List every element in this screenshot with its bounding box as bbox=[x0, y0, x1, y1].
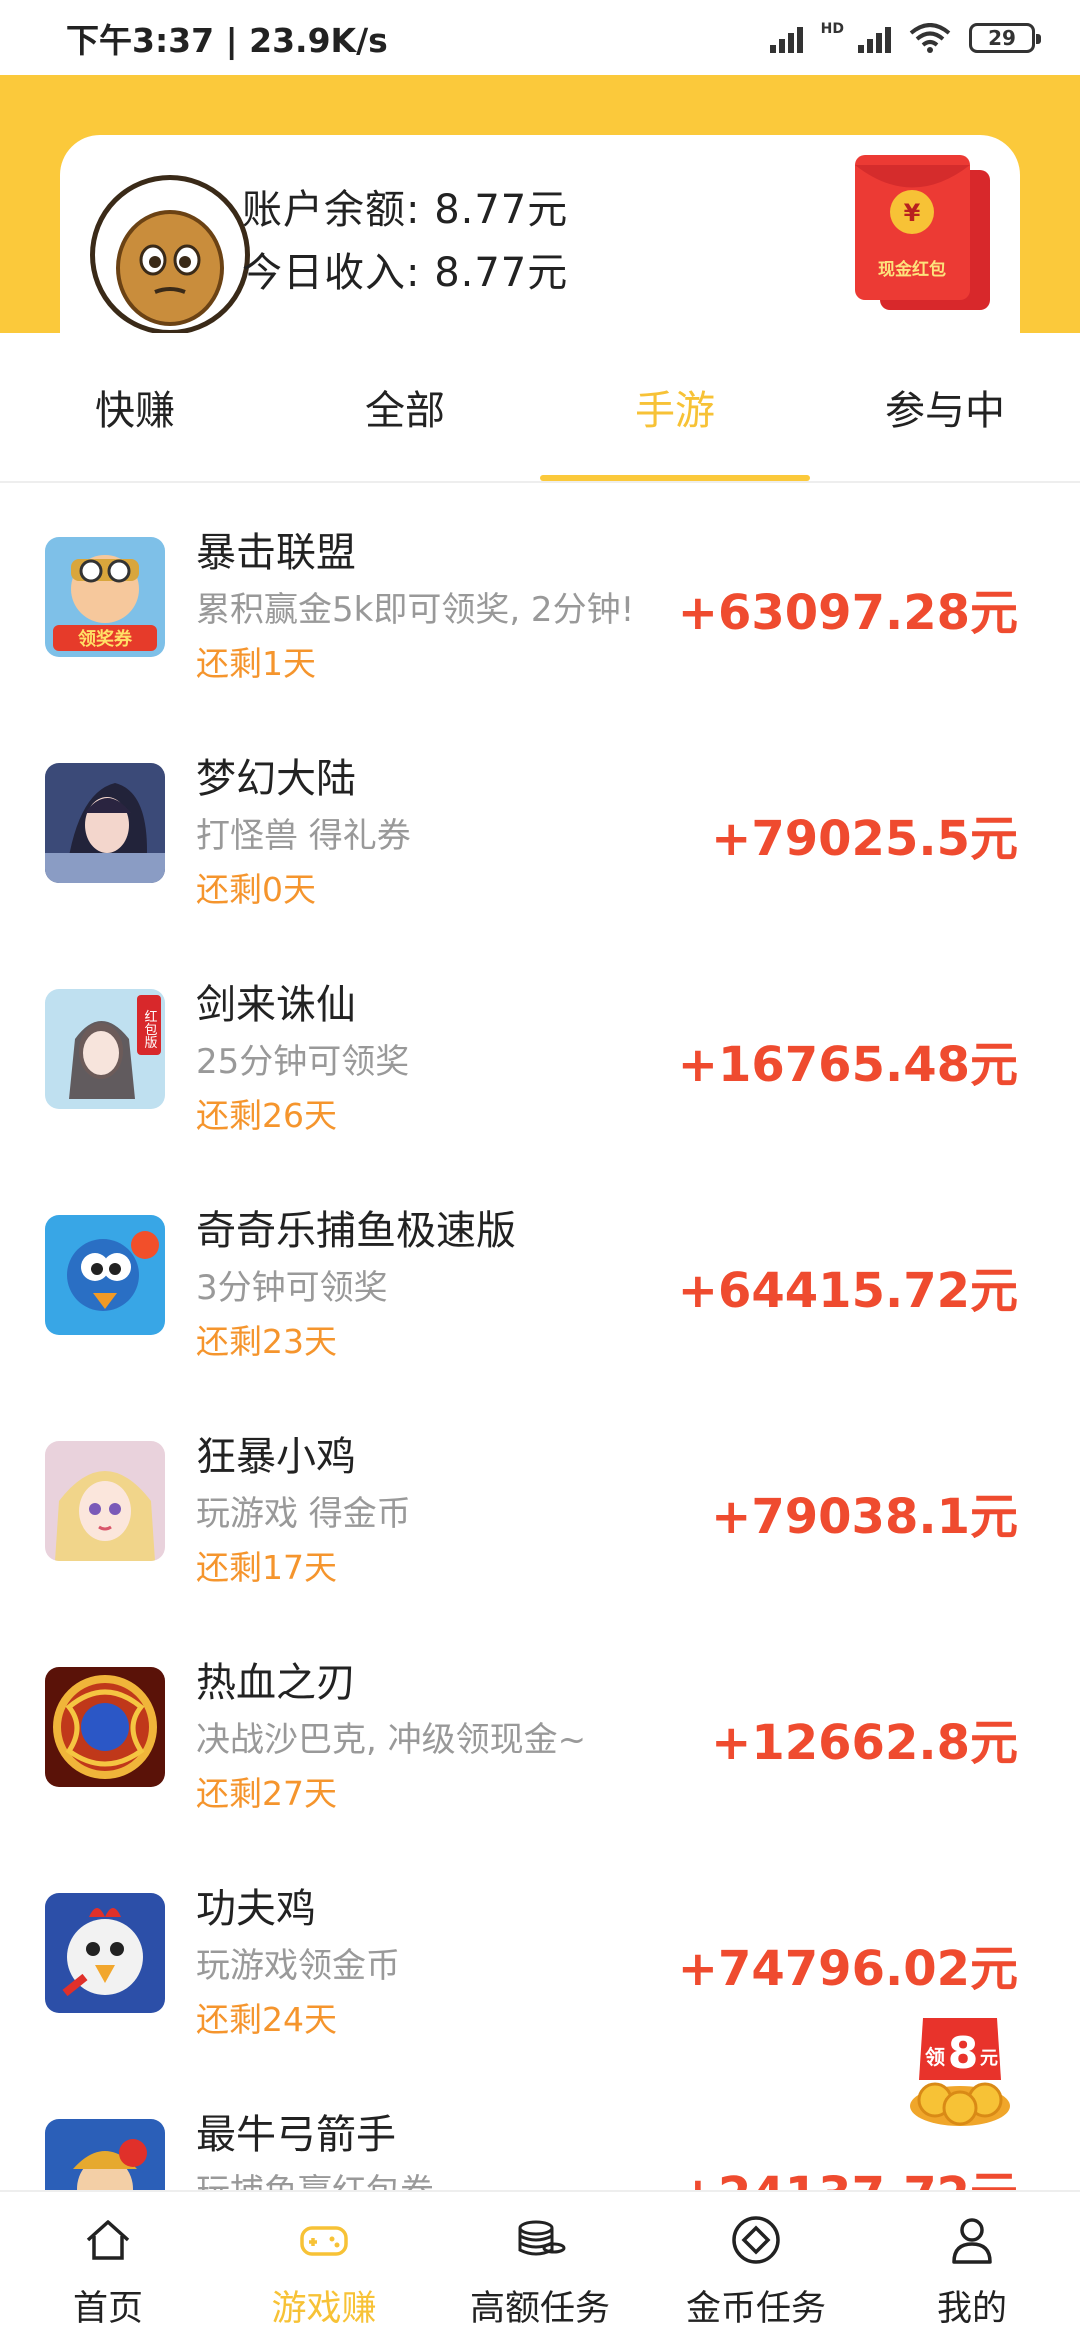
collect-8-yuan-badge[interactable]: 领 8 元 bbox=[905, 2008, 1015, 2128]
game-icon-rexue bbox=[45, 1667, 165, 1787]
nav-coin-tasks[interactable]: 金币任务 bbox=[648, 2192, 864, 2340]
nav-label: 游戏赚 bbox=[271, 2289, 377, 2329]
game-icon-menghuan bbox=[45, 763, 165, 883]
badge-unit: 元 bbox=[980, 2048, 998, 2069]
coins-stack-icon bbox=[518, 2220, 566, 2256]
badge-amount: 8 bbox=[948, 2028, 979, 2079]
signal-icon bbox=[769, 23, 803, 53]
game-title: 暴击联盟 bbox=[196, 530, 356, 576]
status-bar: 下午3:37 | 23.9K/s HD 29 bbox=[0, 0, 1080, 75]
game-days-left: 还剩27天 bbox=[196, 1774, 337, 1813]
account-balance: 账户余额: 8.77元 bbox=[242, 187, 569, 233]
nav-label: 高额任务 bbox=[469, 2289, 610, 2329]
tab-mobile-games[interactable]: 手游 bbox=[540, 333, 810, 481]
game-days-left: 还剩24天 bbox=[196, 2000, 337, 2039]
game-days-left: 还剩23天 bbox=[196, 1322, 337, 1361]
game-days-left: 还剩1天 bbox=[196, 644, 316, 683]
tab-all[interactable]: 全部 bbox=[270, 333, 540, 481]
nav-game-earn[interactable]: 游戏赚 bbox=[216, 2192, 432, 2340]
game-icon-gongfuji bbox=[45, 1893, 165, 2013]
wallnut-avatar-icon bbox=[116, 210, 224, 326]
hd-label: HD bbox=[820, 20, 844, 37]
game-days-left: 还剩17天 bbox=[196, 1548, 337, 1587]
nav-high-tasks[interactable]: 高额任务 bbox=[432, 2192, 648, 2340]
list-item[interactable]: 热血之刃 决战沙巴克, 冲级领现金~ 还剩27天 +12662.8元 bbox=[0, 1615, 1080, 1841]
avatar[interactable] bbox=[90, 175, 250, 335]
game-icon-baoji: 领奖券 bbox=[45, 537, 165, 657]
game-reward: +64415.72元 bbox=[677, 1263, 1018, 1319]
list-item[interactable]: 梦幻大陆 打怪兽 得礼券 还剩0天 +79025.5元 bbox=[0, 711, 1080, 937]
game-reward: +79025.5元 bbox=[711, 811, 1018, 867]
game-title: 奇奇乐捕鱼极速版 bbox=[196, 1208, 516, 1254]
game-desc: 决战沙巴克, 冲级领现金~ bbox=[196, 1720, 587, 1760]
redpack-label: 现金红包 bbox=[878, 259, 946, 280]
game-reward: +74796.02元 bbox=[677, 1941, 1018, 1997]
redpack-symbol: ¥ bbox=[904, 199, 921, 227]
game-title: 最牛弓箭手 bbox=[196, 2112, 396, 2158]
list-item[interactable]: 狂暴小鸡 玩游戏 得金币 还剩17天 +79038.1元 bbox=[0, 1389, 1080, 1615]
game-title: 狂暴小鸡 bbox=[196, 1434, 356, 1480]
nav-label: 金币任务 bbox=[685, 2289, 826, 2329]
bottom-navigation: 首页 游戏赚 高额任务 金币任务 我的 bbox=[0, 2190, 1080, 2340]
game-desc: 25分钟可领奖 bbox=[196, 1042, 410, 1082]
icon-badge-text: 领奖券 bbox=[78, 628, 133, 650]
game-days-left: 还剩26天 bbox=[196, 1096, 337, 1135]
signal-icon-2 bbox=[858, 23, 891, 53]
list-item[interactable]: 领奖券 暴击联盟 累积赢金5k即可领奖, 2分钟! 还剩1天 +63097.28… bbox=[0, 485, 1080, 711]
game-title: 梦幻大陆 bbox=[196, 756, 356, 802]
status-time: 下午3:37 | 23.9K/s bbox=[66, 20, 388, 60]
badge-prefix: 领 bbox=[925, 2045, 945, 2069]
game-title: 热血之刃 bbox=[196, 1660, 356, 1706]
gamepad-icon bbox=[300, 2226, 348, 2256]
game-days-left: 还剩0天 bbox=[196, 870, 316, 909]
tab-participating[interactable]: 参与中 bbox=[810, 333, 1080, 481]
game-desc: 打怪兽 得礼券 bbox=[196, 816, 411, 856]
coin-diamond-icon bbox=[732, 2216, 780, 2264]
list-item[interactable]: 奇奇乐捕鱼极速版 3分钟可领奖 还剩23天 +64415.72元 bbox=[0, 1163, 1080, 1389]
game-icon-buyu bbox=[45, 1215, 165, 1335]
game-desc: 累积赢金5k即可领奖, 2分钟! bbox=[196, 590, 635, 630]
nav-home[interactable]: 首页 bbox=[0, 2192, 216, 2340]
battery-icon: 29 bbox=[969, 22, 1041, 53]
game-reward: +79038.1元 bbox=[711, 1489, 1018, 1545]
nav-label: 我的 bbox=[936, 2289, 1007, 2329]
nav-label: 首页 bbox=[72, 2289, 143, 2329]
icon-badge-text: 红包版 bbox=[142, 1009, 158, 1050]
nav-mine[interactable]: 我的 bbox=[864, 2192, 1080, 2340]
game-title: 剑来诛仙 bbox=[196, 982, 356, 1028]
home-icon bbox=[86, 2220, 130, 2260]
user-icon bbox=[952, 2218, 992, 2264]
game-desc: 玩游戏 得金币 bbox=[196, 1494, 411, 1534]
game-title: 功夫鸡 bbox=[196, 1886, 316, 1932]
status-icons: HD 29 bbox=[769, 20, 1041, 55]
game-reward: +63097.28元 bbox=[677, 585, 1018, 641]
cash-redpack-icon[interactable]: ¥ 现金红包 bbox=[850, 150, 995, 315]
game-icon-xiaoji bbox=[45, 1441, 165, 1561]
today-income: 今日收入: 8.77元 bbox=[242, 250, 569, 296]
list-item[interactable]: 红包版 剑来诛仙 25分钟可领奖 还剩26天 +16765.48元 bbox=[0, 937, 1080, 1163]
game-desc: 玩游戏领金币 bbox=[196, 1946, 400, 1986]
tab-kuaizhuan[interactable]: 快赚 bbox=[0, 333, 270, 481]
category-tabs: 快赚 全部 手游 参与中 bbox=[0, 333, 1080, 483]
game-icon-jianlai: 红包版 bbox=[45, 989, 165, 1109]
game-desc: 3分钟可领奖 bbox=[196, 1268, 388, 1308]
wifi-icon bbox=[909, 22, 951, 53]
game-reward: +16765.48元 bbox=[677, 1037, 1018, 1093]
game-reward: +12662.8元 bbox=[711, 1715, 1018, 1771]
